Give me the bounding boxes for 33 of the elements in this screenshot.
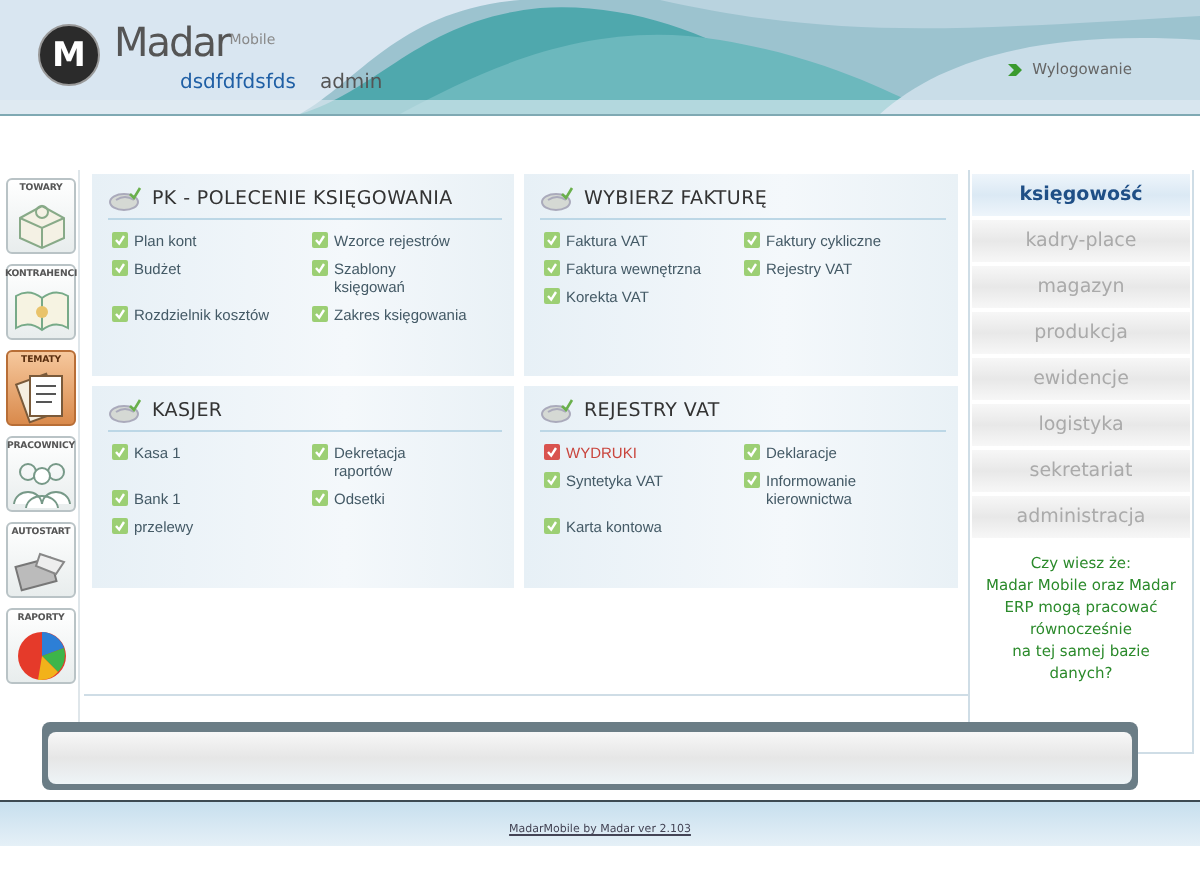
check-icon: [314, 446, 326, 458]
check-icon: [546, 520, 558, 532]
check-icon: [114, 446, 126, 458]
check-icon: [546, 474, 558, 486]
logout-icon: [1006, 61, 1025, 77]
check-icon: [314, 308, 326, 320]
panel-title: KASJER: [152, 400, 223, 422]
check-icon: [114, 492, 126, 504]
checklist-icon: [108, 186, 142, 212]
check-icon: [546, 446, 558, 458]
check-icon: [746, 474, 758, 486]
check-icon: [114, 520, 126, 532]
checklist-icon: [108, 398, 142, 424]
check-icon: [546, 262, 558, 274]
check-icon: [746, 446, 758, 458]
checklist-icon: [540, 186, 574, 212]
check-icon: [314, 262, 326, 274]
company-name: dsdfdfdsfds: [180, 72, 296, 94]
module-tab[interactable]: księgowość: [972, 174, 1190, 216]
check-icon: [314, 234, 326, 246]
panel-title: PK - POLECENIE KSIĘGOWANIA: [152, 188, 453, 210]
check-icon: [746, 262, 758, 274]
check-icon: [746, 234, 758, 246]
panel-title: WYBIERZ FAKTURĘ: [584, 188, 768, 210]
check-icon: [546, 234, 558, 246]
check-icon: [114, 234, 126, 246]
check-icon: [114, 308, 126, 320]
checklist-icon: [540, 398, 574, 424]
check-icon: [114, 262, 126, 274]
panel-title: REJESTRY VAT: [584, 400, 720, 422]
check-icon: [546, 290, 558, 302]
check-icon: [314, 492, 326, 504]
brand-name: Madar: [114, 20, 230, 64]
